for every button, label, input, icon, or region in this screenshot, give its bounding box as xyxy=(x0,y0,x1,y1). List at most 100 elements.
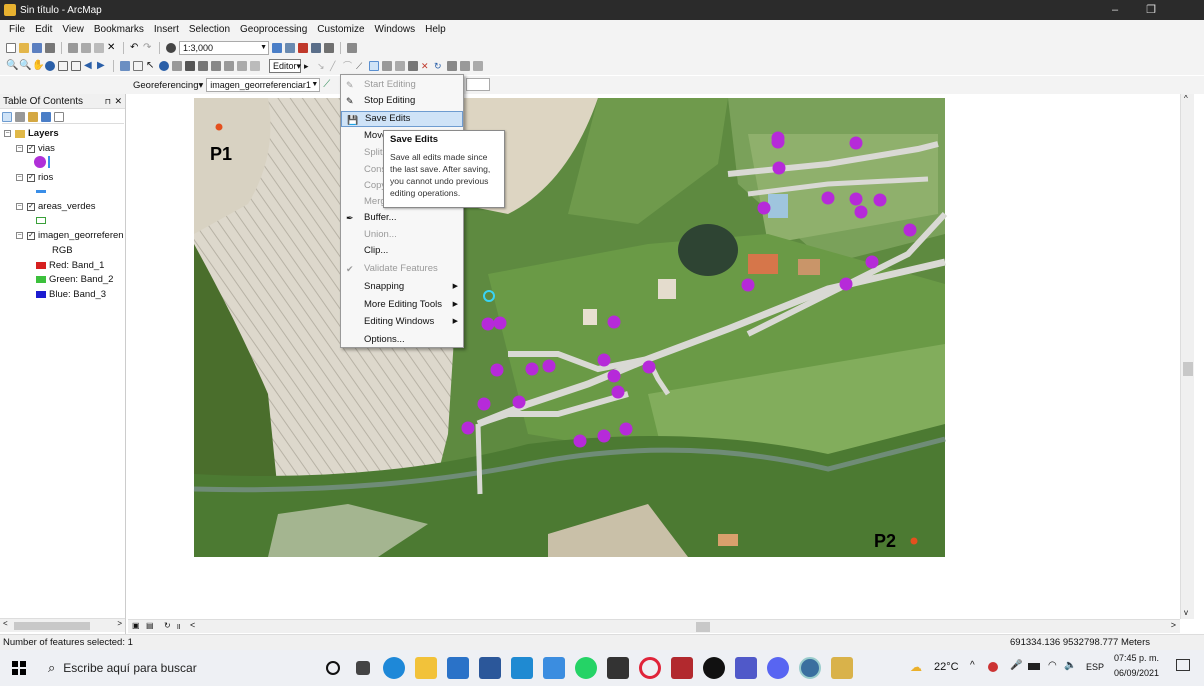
editor-menu-item-more-editing-tools[interactable]: More Editing Tools ▶ xyxy=(341,297,463,313)
clear-selection-icon[interactable] xyxy=(133,61,143,71)
redo-icon[interactable]: ↷ xyxy=(143,43,153,53)
vias-point[interactable] xyxy=(525,362,539,376)
vias-point[interactable] xyxy=(619,422,633,436)
full-extent-icon[interactable] xyxy=(45,61,55,71)
fixed-zoom-in-icon[interactable] xyxy=(58,61,68,71)
select-elements-icon[interactable]: ↖ xyxy=(146,61,156,71)
map-vscroll[interactable]: ^ v xyxy=(1180,94,1194,619)
vias-point[interactable] xyxy=(873,193,887,207)
toc-layer-vias[interactable]: − ✓ vias xyxy=(16,143,55,154)
notion-icon[interactable] xyxy=(607,657,629,679)
html-popup-icon[interactable] xyxy=(172,61,182,71)
editor-menu-item-editing-windows[interactable]: Editing Windows ▶ xyxy=(341,314,463,330)
copy-icon[interactable] xyxy=(81,43,91,53)
pause-drawing-icon[interactable]: ॥ xyxy=(176,621,181,632)
point-tool-icon[interactable] xyxy=(369,61,379,71)
battery-icon[interactable] xyxy=(1028,663,1040,670)
volume-icon[interactable]: 🔈 xyxy=(1064,660,1076,671)
vias-point[interactable] xyxy=(573,434,587,448)
vias-point[interactable] xyxy=(865,255,879,269)
undo-icon[interactable]: ↶ xyxy=(130,43,140,53)
menu-selection[interactable]: Selection xyxy=(184,20,235,39)
scale-combo[interactable]: 1:3,000 ▼ xyxy=(179,41,269,55)
video-app-icon[interactable] xyxy=(671,657,693,679)
menu-geoprocessing[interactable]: Geoprocessing xyxy=(235,20,312,39)
select-features-icon[interactable] xyxy=(120,61,130,71)
scroll-left-icon[interactable]: < xyxy=(190,620,195,630)
language-indicator[interactable]: ESP xyxy=(1086,662,1104,672)
clock-date[interactable]: 06/09/2021 xyxy=(1114,668,1159,678)
menu-view[interactable]: View xyxy=(57,20,89,39)
sketch-properties-icon[interactable] xyxy=(460,61,470,71)
layout-view-icon[interactable]: ▣ xyxy=(132,621,140,630)
vias-point[interactable] xyxy=(490,363,504,377)
whatsapp-icon[interactable] xyxy=(575,657,597,679)
vias-point[interactable] xyxy=(839,277,853,291)
vias-point[interactable] xyxy=(611,385,625,399)
scroll-thumb[interactable] xyxy=(696,622,710,632)
scroll-thumb[interactable] xyxy=(1183,362,1193,376)
menu-customize[interactable]: Customize xyxy=(312,20,369,39)
vias-point[interactable] xyxy=(542,359,556,373)
list-by-drawing-order-icon[interactable] xyxy=(2,111,12,122)
cut-polygons-icon[interactable] xyxy=(408,61,418,71)
attributes-icon[interactable] xyxy=(447,61,457,71)
vias-point[interactable] xyxy=(772,161,786,175)
viewer-icon[interactable] xyxy=(250,61,260,71)
zoom-in-icon[interactable]: 🔍 xyxy=(6,61,18,71)
weather-temp[interactable]: 22°C xyxy=(934,661,959,673)
vias-point[interactable] xyxy=(607,315,621,329)
catalog-icon[interactable] xyxy=(311,43,321,53)
list-by-source-icon[interactable] xyxy=(15,111,25,122)
vias-point[interactable] xyxy=(477,397,491,411)
toc-hscroll[interactable]: < > xyxy=(0,618,125,632)
vias-point[interactable] xyxy=(849,192,863,206)
scroll-right-icon[interactable]: > xyxy=(117,619,122,628)
microphone-icon[interactable]: 🎤 xyxy=(1010,660,1022,671)
pan-icon[interactable]: ✋ xyxy=(32,61,44,71)
editor-menu-item-stop-editing[interactable]: Stop Editing ✎ xyxy=(341,93,463,109)
antivirus-icon[interactable] xyxy=(988,662,998,672)
editor-menu-item-clip[interactable]: Clip... xyxy=(341,243,463,259)
vias-point[interactable] xyxy=(849,136,863,150)
data-view-icon[interactable]: ▤ xyxy=(146,621,154,630)
edit-vertices-icon[interactable] xyxy=(382,61,392,71)
word-icon[interactable] xyxy=(479,657,501,679)
vias-point[interactable] xyxy=(821,191,835,205)
toc-layers-root[interactable]: − Layers xyxy=(4,128,59,139)
toc-layer-rios[interactable]: − ✓ rios xyxy=(16,172,53,183)
arctoolbox-icon[interactable] xyxy=(298,43,308,53)
menu-file[interactable]: File xyxy=(4,20,30,39)
python-icon[interactable] xyxy=(347,43,357,53)
collapse-icon[interactable]: − xyxy=(16,174,23,181)
vias-point[interactable] xyxy=(493,316,507,330)
layer-visibility-checkbox[interactable]: ✓ xyxy=(27,144,35,153)
vias-symbol[interactable] xyxy=(34,156,50,168)
menu-insert[interactable]: Insert xyxy=(149,20,184,39)
vias-point[interactable] xyxy=(854,205,868,219)
toc-layer-areas-verdes[interactable]: − ✓ areas_verdes xyxy=(16,201,96,212)
scroll-left-icon[interactable]: < xyxy=(3,619,8,628)
vias-point[interactable] xyxy=(607,369,621,383)
vias-point[interactable] xyxy=(741,278,755,292)
fixed-zoom-out-icon[interactable] xyxy=(71,61,81,71)
georeferencing-menu[interactable]: Georeferencing▾ xyxy=(133,80,203,91)
scroll-up-icon[interactable]: ^ xyxy=(1184,94,1188,103)
pin-icon[interactable]: ⊓ xyxy=(105,94,111,109)
areas-symbol[interactable] xyxy=(36,217,46,224)
trace-icon[interactable]: ⟋ xyxy=(356,61,366,71)
toc-layer-imagen[interactable]: − ✓ imagen_georreferen xyxy=(16,230,124,241)
open-folder-icon[interactable] xyxy=(19,43,29,53)
restore-button[interactable]: ❐ xyxy=(1136,0,1166,20)
new-doc-icon[interactable] xyxy=(6,43,16,53)
app-icon[interactable] xyxy=(543,657,565,679)
scroll-right-icon[interactable]: > xyxy=(1171,620,1176,630)
cortana-icon[interactable] xyxy=(326,661,340,675)
editor-menu-item-buffer[interactable]: Buffer... ✒ xyxy=(341,210,463,226)
toc-window-icon[interactable] xyxy=(285,43,295,53)
scroll-down-icon[interactable]: v xyxy=(1184,608,1188,617)
vias-point[interactable] xyxy=(597,353,611,367)
editor-menu-item-snapping[interactable]: Snapping ▶ xyxy=(341,279,463,295)
notifications-icon[interactable] xyxy=(1176,659,1190,671)
hyperlink-icon[interactable] xyxy=(211,61,221,71)
